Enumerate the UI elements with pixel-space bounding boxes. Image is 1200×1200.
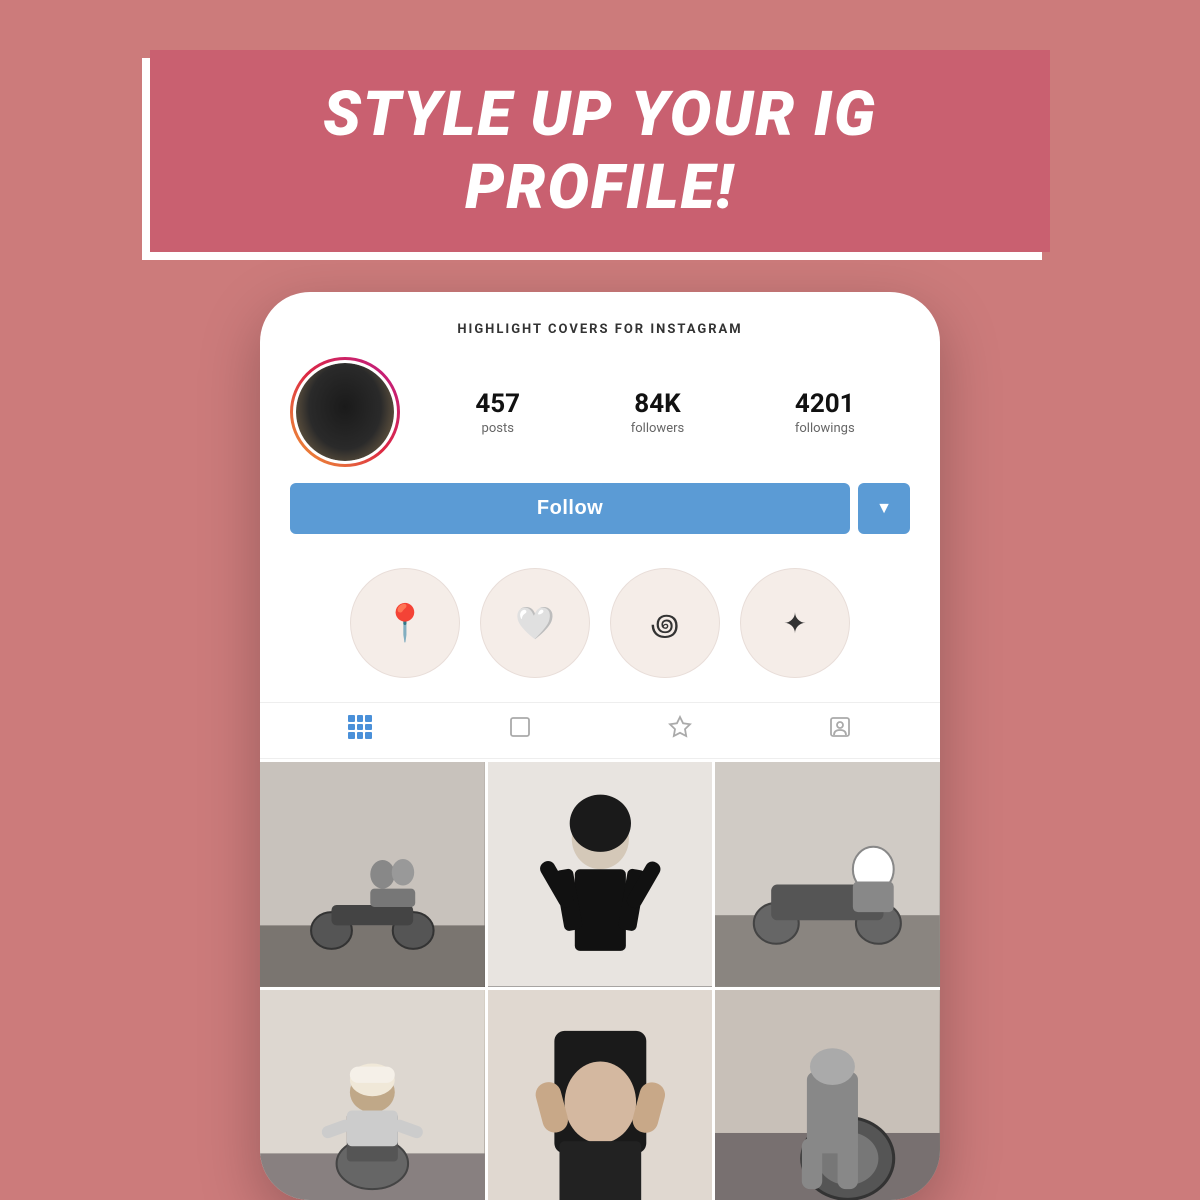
grid-icon (348, 715, 372, 739)
profile-header: HIGHLIGHT COVERS FOR INSTAGRAM 457 posts… (260, 292, 940, 467)
sparkle-icon: ✦ (783, 607, 806, 640)
tab-bar (260, 702, 940, 759)
grid-photo-1[interactable] (260, 762, 485, 987)
stat-posts: 457 posts (475, 389, 520, 436)
banner-wrapper: STYLE UP YOUR IG PROFILE! (150, 50, 1050, 252)
grid-photo-6[interactable] (715, 990, 940, 1200)
followings-count: 4201 (795, 389, 855, 419)
photo-grid (260, 762, 940, 1200)
followers-count: 84K (631, 389, 684, 419)
stat-followers: 84K followers (631, 389, 684, 436)
banner: STYLE UP YOUR IG PROFILE! (150, 50, 1050, 252)
grid-photo-4[interactable] (260, 990, 485, 1200)
grid-photo-5[interactable] (488, 990, 713, 1200)
highlight-sparkle[interactable]: ✦ (740, 568, 850, 678)
avatar (293, 360, 397, 464)
tab-reels[interactable] (508, 715, 532, 746)
grid-photo-2[interactable] (488, 762, 713, 987)
tab-grid[interactable] (348, 715, 372, 746)
grid-photo-3[interactable] (715, 762, 940, 987)
highlight-location[interactable]: 📍 (350, 568, 460, 678)
highlight-heart[interactable]: 🤍 (480, 568, 590, 678)
highlight-plant[interactable]: ꩜ (610, 568, 720, 678)
tab-profile[interactable] (828, 715, 852, 746)
plant-icon: ꩜ (651, 601, 680, 646)
dropdown-button[interactable]: ▼ (858, 483, 910, 534)
avatar-container (290, 357, 400, 467)
heart-icon: 🤍 (515, 604, 555, 642)
phone-mockup: HIGHLIGHT COVERS FOR INSTAGRAM 457 posts… (260, 292, 940, 1200)
followings-label: followings (795, 421, 855, 436)
banner-title: STYLE UP YOUR IG PROFILE! (323, 78, 877, 224)
followers-label: followers (631, 421, 684, 436)
highlight-covers-label: HIGHLIGHT COVERS FOR INSTAGRAM (290, 322, 910, 337)
highlights-row: 📍 🤍 ꩜ ✦ (260, 558, 940, 702)
follow-row: Follow ▼ (260, 483, 940, 534)
follow-button[interactable]: Follow (290, 483, 850, 534)
stats-row: 457 posts 84K followers 4201 followings (420, 389, 910, 436)
posts-label: posts (475, 421, 520, 436)
profile-info-row: 457 posts 84K followers 4201 followings (290, 357, 910, 467)
avatar-photo (296, 363, 394, 461)
posts-count: 457 (475, 389, 520, 419)
stat-followings: 4201 followings (795, 389, 855, 436)
tab-tagged[interactable] (668, 715, 692, 746)
location-icon: 📍 (383, 602, 428, 644)
